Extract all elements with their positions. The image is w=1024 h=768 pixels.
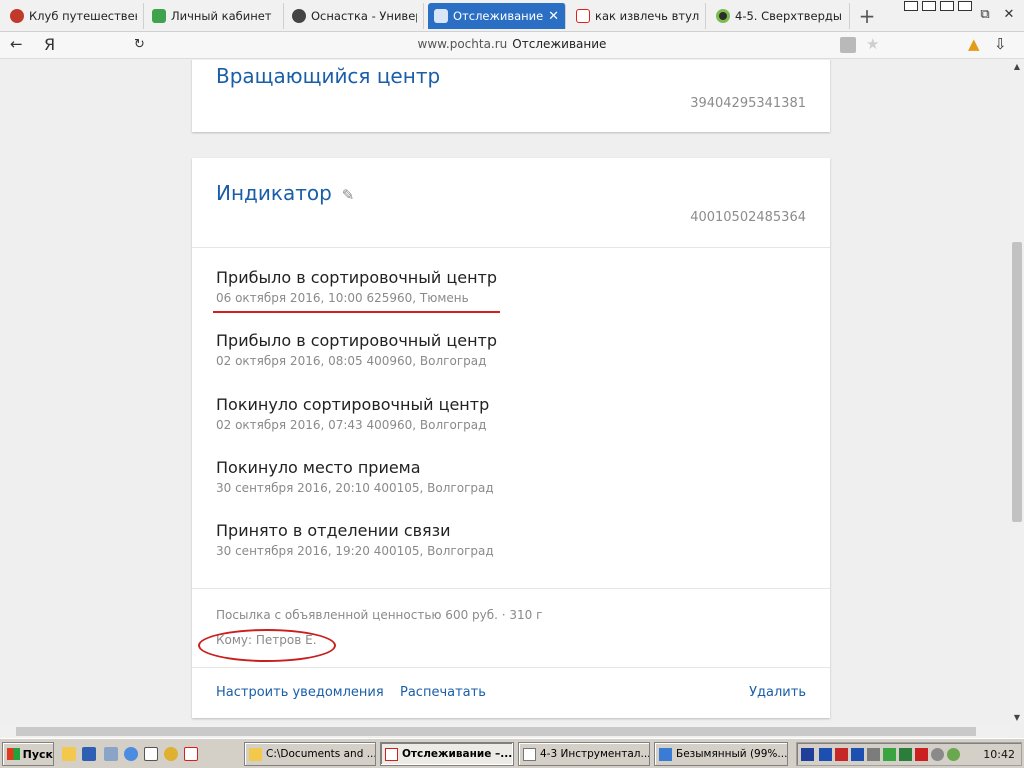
image-editor-icon [659, 747, 672, 761]
volume-icon[interactable] [931, 748, 944, 761]
url-page-title: Отслеживание [512, 37, 607, 51]
event-status: Покинуло место приема [216, 458, 421, 477]
mini-window-icon[interactable] [940, 1, 954, 11]
taskbar: Пуск C:\Documents and ... Отслеживание –… [0, 738, 1024, 768]
mini-window-icon[interactable] [904, 1, 918, 11]
event-details: 30 сентября 2016, 20:10 400105, Волгогра… [216, 481, 494, 495]
divider [192, 588, 830, 589]
divider [192, 667, 830, 668]
tab-how-to-extract[interactable]: как извлечь втулк [570, 3, 706, 29]
print-link[interactable]: Распечатать [400, 685, 486, 700]
close-window-icon[interactable]: ✕ [1000, 6, 1018, 24]
start-label: Пуск [22, 747, 53, 761]
pencil-icon[interactable]: ✎ [342, 186, 355, 204]
scrollbar-thumb[interactable] [16, 727, 976, 736]
scrollbar-thumb[interactable] [1012, 242, 1022, 522]
event-status: Прибыло в сортировочный центр [216, 268, 498, 287]
start-button[interactable]: Пуск [2, 742, 54, 766]
notifications-link[interactable]: Настроить уведомления [216, 685, 384, 700]
red-underline-annotation [213, 311, 500, 313]
event-status: Прибыло в сортировочный центр [216, 331, 498, 350]
event-status: Принято в отделении связи [216, 521, 451, 540]
event-details: 30 сентября 2016, 19:20 400105, Волгогра… [216, 544, 494, 558]
update-icon[interactable] [947, 748, 960, 761]
event-details: 02 октября 2016, 08:05 400960, Волгоград [216, 354, 487, 368]
tracking-event: Покинуло сортировочный центр 02 октября … [216, 395, 489, 432]
gear-icon [292, 9, 306, 23]
tracking-number: 39404295341381 [690, 96, 806, 111]
tracking-event: Покинуло место приема 30 сентября 2016, … [216, 458, 494, 495]
antivirus-icon[interactable] [835, 748, 848, 761]
edit-icon[interactable] [144, 747, 158, 761]
taskbar-item[interactable]: Отслеживание –... [380, 742, 514, 766]
taskbar-item[interactable]: C:\Documents and ... [244, 742, 376, 766]
system-tray: 10:42 [796, 742, 1022, 766]
divider [192, 247, 830, 248]
warning-icon[interactable]: ▲ [968, 35, 980, 53]
yandex-icon[interactable] [184, 747, 198, 761]
delete-link[interactable]: Удалить [749, 685, 806, 700]
taskbar-item[interactable]: 4-3 Инструментал... [518, 742, 650, 766]
folder-icon[interactable] [62, 747, 76, 761]
document-icon [523, 747, 536, 761]
shipment-title[interactable]: Вращающийся центр [216, 64, 440, 88]
tool-icon[interactable] [899, 748, 912, 761]
tab-travel-club[interactable]: Клуб путешествен [4, 3, 144, 29]
tab-personal-account[interactable]: Личный кабинет [146, 3, 284, 29]
dots-icon [152, 9, 166, 23]
parcel-info: Посылка с объявленной ценностью 600 руб.… [216, 608, 543, 622]
antivirus-icon[interactable] [851, 748, 864, 761]
download-icon[interactable]: ⇩ [994, 35, 1007, 53]
event-details: 02 октября 2016, 07:43 400960, Волгоград [216, 418, 487, 432]
bookmark-star-icon[interactable]: ★ [866, 35, 879, 53]
taskbar-item[interactable]: Безымянный (99%... [654, 742, 788, 766]
shipment-card: Вращающийся центр 39404295341381 [192, 60, 830, 132]
tab-superhard[interactable]: 4-5. Сверхтверды [710, 3, 850, 29]
tab-tracking[interactable]: Отслеживание ✕ [428, 3, 566, 29]
event-status: Покинуло сортировочный центр [216, 395, 490, 414]
mini-window-icon[interactable] [958, 1, 972, 11]
shipment-title-row: Индикатор ✎ [216, 181, 354, 205]
url-host: www.pochta.ru [417, 37, 508, 51]
restore-window-icon[interactable]: ⧉ [976, 6, 994, 24]
yandex-browser-icon [385, 747, 398, 761]
post-emblem-icon [434, 9, 448, 23]
tab-strip: Клуб путешествен Личный кабинет Оснастка… [0, 0, 1024, 32]
shipment-title[interactable]: Индикатор [216, 181, 332, 205]
network-icon[interactable] [867, 748, 880, 761]
address-bar: ← Я ↻ www.pochta.ru Отслеживание ★ ▲ ⇩ [0, 32, 1024, 59]
scroll-down-icon[interactable]: ▼ [1010, 713, 1024, 722]
clock: 10:42 [983, 748, 1015, 761]
yandex-icon [576, 9, 590, 23]
red-circle-annotation [198, 629, 336, 662]
media-icon[interactable] [164, 747, 178, 761]
kaspersky-icon[interactable] [915, 748, 928, 761]
scroll-up-icon[interactable]: ▲ [1010, 62, 1024, 71]
mini-window-icon[interactable] [922, 1, 936, 11]
vertical-scrollbar[interactable]: ▲ ▼ [1010, 60, 1024, 724]
browser-icon[interactable] [124, 747, 138, 761]
new-tab-button[interactable]: + [854, 3, 880, 29]
antivirus-icon[interactable] [819, 748, 832, 761]
tab-osnastka[interactable]: Оснастка - Универ [286, 3, 424, 29]
folder-icon [249, 747, 262, 761]
tracking-event: Прибыло в сортировочный центр 06 октября… [216, 268, 497, 305]
page-viewport: Вращающийся центр 39404295341381 Индикат… [0, 60, 1010, 724]
document-icon[interactable] [104, 747, 118, 761]
close-tab-icon[interactable]: ✕ [548, 9, 559, 24]
tracking-number: 40010502485364 [690, 210, 806, 225]
tracking-event: Принято в отделении связи 30 сентября 20… [216, 521, 494, 558]
lock-icon[interactable] [840, 37, 856, 53]
windows-logo-icon [7, 748, 20, 760]
language-icon[interactable] [801, 748, 814, 761]
globe-icon [716, 9, 730, 23]
horizontal-scrollbar[interactable] [0, 724, 1010, 738]
signal-icon[interactable] [883, 748, 896, 761]
globe-icon [10, 9, 24, 23]
tracking-event: Прибыло в сортировочный центр 02 октября… [216, 331, 497, 368]
event-details: 06 октября 2016, 10:00 625960, Тюмень [216, 291, 469, 305]
save-icon[interactable] [82, 747, 96, 761]
